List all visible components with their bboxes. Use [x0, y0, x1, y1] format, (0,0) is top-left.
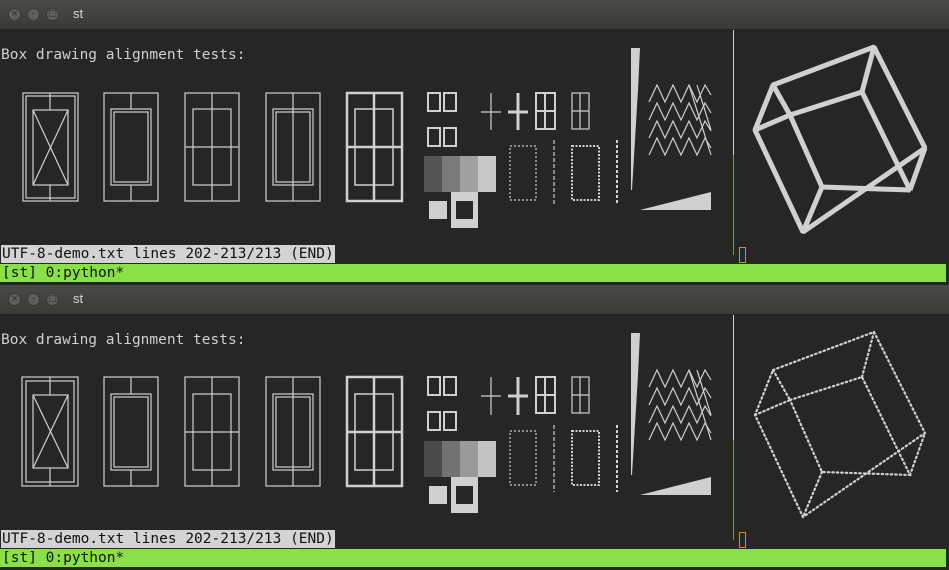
- window-title: st: [73, 291, 84, 306]
- tmux-status-bar[interactable]: [st] 0:python*: [0, 264, 946, 282]
- maximize-icon[interactable]: □: [46, 293, 59, 306]
- pager-status-line: UTF-8-demo.txt lines 202-213/213 (END): [1, 530, 335, 548]
- pane-divider-active[interactable]: [733, 155, 734, 255]
- terminal-window-1: × – □ st Box drawing alignment tests: UT…: [0, 0, 949, 285]
- window-title: st: [73, 6, 84, 21]
- close-icon[interactable]: ×: [8, 293, 21, 306]
- cube-shape-dotted: [753, 330, 927, 519]
- pane-divider-active[interactable]: [733, 440, 734, 540]
- terminal-area[interactable]: Box drawing alignment tests: UTF-8-demo.…: [0, 315, 949, 570]
- terminal-cursor: [739, 247, 746, 263]
- minimize-icon[interactable]: –: [27, 8, 40, 21]
- close-icon[interactable]: ×: [8, 8, 21, 21]
- tmux-status-bar[interactable]: [st] 0:python*: [0, 549, 946, 567]
- cube-shape: [752, 44, 928, 235]
- title-bar[interactable]: × – □ st: [0, 285, 949, 315]
- minimize-icon[interactable]: –: [27, 293, 40, 306]
- terminal-area[interactable]: Box drawing alignment tests: UTF-8-demo.…: [0, 30, 949, 285]
- terminal-cursor: [739, 532, 746, 548]
- pager-status-line: UTF-8-demo.txt lines 202-213/213 (END): [1, 245, 335, 263]
- maximize-icon[interactable]: □: [46, 8, 59, 21]
- title-bar[interactable]: × – □ st: [0, 0, 949, 30]
- terminal-window-2: × – □ st Box drawing alignment tests: UT…: [0, 285, 949, 570]
